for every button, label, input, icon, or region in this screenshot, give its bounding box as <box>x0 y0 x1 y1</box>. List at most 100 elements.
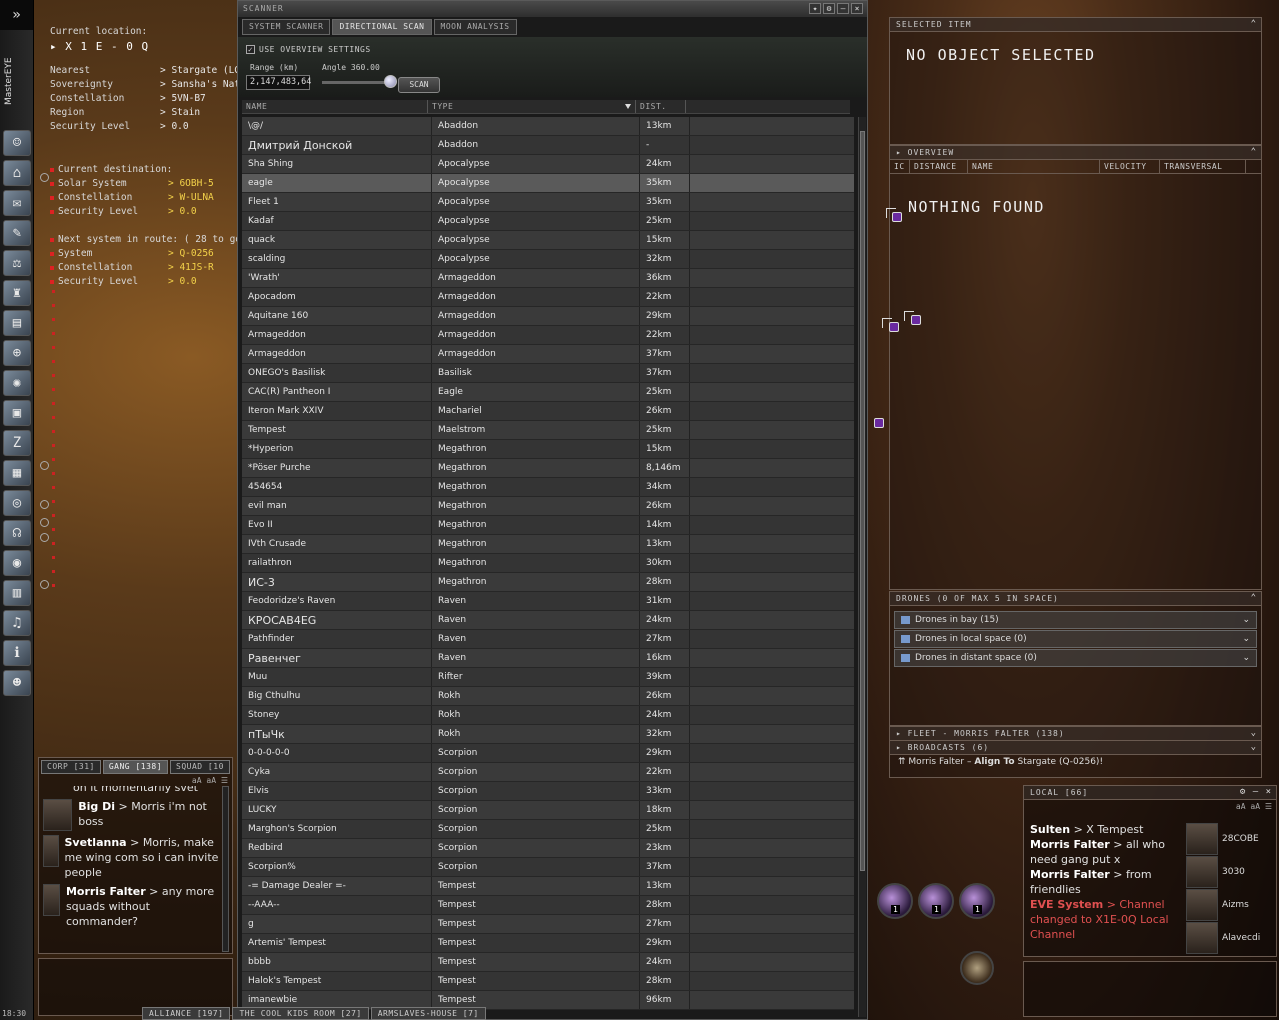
scan-result-row[interactable]: Muu Rifter 39km <box>242 668 854 687</box>
scan-result-row[interactable]: Дмитрий Донской Abaddon - <box>242 136 854 155</box>
corp-icon[interactable]: ♜ <box>3 280 31 306</box>
scan-result-row[interactable]: eagle Apocalypse 35km <box>242 174 854 193</box>
col-type-header[interactable]: TYPE <box>428 100 636 113</box>
col-name-header[interactable]: NAME <box>242 100 428 113</box>
location-row-value[interactable]: > Stain <box>160 107 200 118</box>
scan-result-row[interactable]: IVth Crusade Megathron 13km <box>242 535 854 554</box>
avatar[interactable] <box>43 884 60 916</box>
skills-icon[interactable]: Ζ <box>3 430 31 456</box>
location-row-value[interactable]: > 41JS-R <box>168 262 214 273</box>
location-row-value[interactable]: > Q-0256 <box>168 248 214 259</box>
scan-result-row[interactable]: Apocadom Armageddon 22km <box>242 288 854 307</box>
notebook-icon[interactable]: ▥ <box>3 580 31 606</box>
window-pin-icon[interactable]: ✦ <box>809 3 821 14</box>
scan-result-row[interactable]: railathron Megathron 30km <box>242 554 854 573</box>
market-icon[interactable]: ⚖ <box>3 250 31 276</box>
scan-result-row[interactable]: 0-0-0-0-0 Scorpion 29km <box>242 744 854 763</box>
local-member[interactable]: 3030 <box>1186 855 1272 888</box>
scan-result-row[interactable]: Feodoridze's Raven Raven 31km <box>242 592 854 611</box>
scan-result-row[interactable]: Artemis' Tempest Tempest 29km <box>242 934 854 953</box>
drone-group[interactable]: Drones in local space (0) ⌄ <box>894 630 1257 648</box>
map-icon[interactable]: ⊕ <box>3 340 31 366</box>
broadcasts-title[interactable]: ▸ BROADCASTS (6) ⌄ <box>890 741 1261 755</box>
scan-result-row[interactable]: Aquitane 160 Armageddon 29km <box>242 307 854 326</box>
scan-result-row[interactable]: Cyka Scorpion 22km <box>242 763 854 782</box>
info-icon[interactable]: ℹ <box>3 640 31 666</box>
station-icon[interactable]: ⌂ <box>3 160 31 186</box>
fleet-member-icon[interactable] <box>892 212 902 222</box>
avatar[interactable] <box>1186 921 1218 954</box>
local-chat-input[interactable] <box>1023 961 1277 1017</box>
chat-sender[interactable]: Morris Falter <box>1030 838 1110 851</box>
scan-result-row[interactable]: \@/Abaddon 13km <box>242 117 854 136</box>
audio-icon[interactable]: ♫ <box>3 610 31 636</box>
browser-icon[interactable]: ◉ <box>3 550 31 576</box>
scan-result-row[interactable]: Fleet 1 Apocalypse 35km <box>242 193 854 212</box>
scan-result-row[interactable]: 454654 Megathron 34km <box>242 478 854 497</box>
chat-sender[interactable]: Morris Falter <box>1030 868 1110 881</box>
window-minimize-icon[interactable]: – <box>837 3 849 14</box>
results-scrollbar[interactable] <box>858 117 866 1017</box>
scan-result-row[interactable]: Stoney Rokh 24km <box>242 706 854 725</box>
scan-result-row[interactable]: LUCKY Scorpion 18km <box>242 801 854 820</box>
window-options-icon[interactable]: ⚙ <box>823 3 835 14</box>
tab-moon-analysis[interactable]: MOON ANALYSIS <box>433 19 517 35</box>
col-dist-header[interactable]: DIST. <box>636 100 686 113</box>
chat-tab[interactable]: THE COOL KIDS ROOM [27] <box>232 1007 369 1020</box>
scan-result-row[interactable]: Armageddon Armageddon 37km <box>242 345 854 364</box>
local-member[interactable]: Alavecdi <box>1186 921 1272 954</box>
calculator-icon[interactable]: ▦ <box>3 460 31 486</box>
scan-result-row[interactable]: Равенчег Raven 16km <box>242 649 854 668</box>
window-controls-icon[interactable]: ⚙ – × <box>1240 787 1272 797</box>
gang-chat-scrollbar[interactable] <box>222 786 229 952</box>
collapse-icon[interactable]: ⌃ <box>1251 593 1257 603</box>
journal-icon[interactable]: ▤ <box>3 310 31 336</box>
assets-icon[interactable]: ▣ <box>3 400 31 426</box>
scan-result-row[interactable]: Marghon's Scorpion Scorpion 25km <box>242 820 854 839</box>
tab-directional-scan[interactable]: DIRECTIONAL SCAN <box>332 19 432 35</box>
location-row-value[interactable]: > 0.0 <box>168 206 197 217</box>
location-row-value[interactable]: > 0.0 <box>160 121 189 132</box>
scan-result-row[interactable]: Elvis Scorpion 33km <box>242 782 854 801</box>
expand-icon[interactable]: ⌄ <box>1242 615 1250 625</box>
scan-result-row[interactable]: g Tempest 27km <box>242 915 854 934</box>
scan-result-row[interactable]: Big Cthulhu Rokh 26km <box>242 687 854 706</box>
help-lifebuoy-icon[interactable]: ◎ <box>3 490 31 516</box>
scanner-title[interactable]: SCANNER <box>238 1 867 17</box>
scan-result-row[interactable]: Pathfinder Raven 27km <box>242 630 854 649</box>
tab-system-scanner[interactable]: SYSTEM SCANNER <box>242 19 331 35</box>
local-member[interactable]: 28COBE <box>1186 822 1272 855</box>
mail-icon[interactable]: ✉ <box>3 190 31 216</box>
ship-hud-icon[interactable] <box>960 951 994 985</box>
collapse-icon[interactable]: ⌃ <box>1251 147 1257 157</box>
scan-result-row[interactable]: bbbb Tempest 24km <box>242 953 854 972</box>
avatar[interactable] <box>43 799 73 831</box>
scan-result-row[interactable]: *Pöser Purche Megathron 8,146m <box>242 459 854 478</box>
drone-group[interactable]: Drones in distant space (0) ⌄ <box>894 649 1257 667</box>
range-input[interactable]: 2,147,483,64 <box>246 75 311 90</box>
avatar-icon[interactable]: ☻ <box>3 670 31 696</box>
scan-result-row[interactable]: Sha Shing Apocalypse 24km <box>242 155 854 174</box>
location-row-value[interactable]: > 0.0 <box>168 276 197 287</box>
scan-result-row[interactable]: -= Damage Dealer =- Tempest 13km <box>242 877 854 896</box>
window-close-icon[interactable]: × <box>851 3 863 14</box>
chat-tab[interactable]: SQUAD [10 <box>170 760 230 774</box>
chat-tab[interactable]: ARMSLAVES-HOUSE [7] <box>370 1007 486 1020</box>
fleet-member-icon[interactable] <box>874 418 884 428</box>
expand-icon[interactable]: ⌄ <box>1251 742 1257 752</box>
angle-slider-track[interactable] <box>322 81 388 84</box>
scan-result-row[interactable]: Halok's Tempest Tempest 28km <box>242 972 854 991</box>
chat-sender[interactable]: Svetlanna <box>65 836 127 849</box>
scan-result-row[interactable]: scalding Apocalypse 32km <box>242 250 854 269</box>
collapse-icon[interactable]: ⌃ <box>1251 19 1257 29</box>
avatar[interactable] <box>1186 822 1218 855</box>
expand-icon[interactable]: ⌄ <box>1251 728 1257 738</box>
chat-tab[interactable]: GANG [138] <box>102 760 169 774</box>
scrollbar-thumb[interactable] <box>860 131 865 871</box>
scan-result-row[interactable]: Armageddon Armageddon 22km <box>242 326 854 345</box>
notepad-icon[interactable]: ✎ <box>3 220 31 246</box>
chat-sender[interactable]: Big Di <box>78 800 115 813</box>
chat-font-controls[interactable]: aA aA ☰ <box>1024 800 1276 813</box>
fleet-member-icon[interactable] <box>911 315 921 325</box>
overview-col-velocity[interactable]: VELOCITY <box>1100 160 1160 173</box>
